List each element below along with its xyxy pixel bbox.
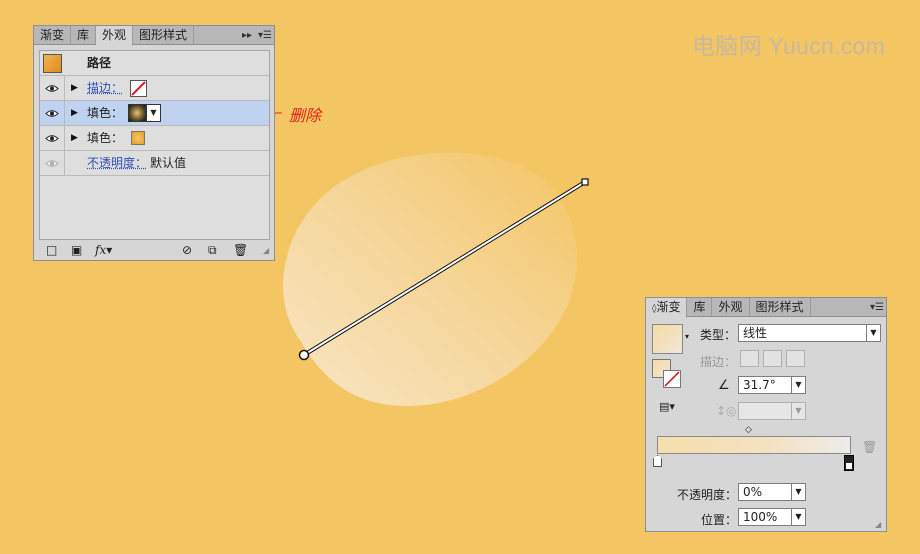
duplicate-item-icon[interactable]: ⧉: [208, 243, 217, 258]
stroke-label: 描边：: [700, 355, 737, 369]
expand-triangle-icon[interactable]: ▶: [71, 108, 78, 118]
appearance-tabbar: 渐变 库 外观 图形样式 ▸▸ ▾☰: [34, 26, 274, 46]
midpoint-diamond-icon[interactable]: ◇: [745, 425, 752, 435]
appearance-panel: 渐变 库 外观 图形样式 ▸▸ ▾☰ 路径 ▶ 描边： ▶ 填色： ▼ ▶ 填色…: [33, 25, 275, 261]
aspect-ratio-icon: ↕◎: [716, 404, 737, 418]
stroke-across-button[interactable]: [786, 350, 805, 367]
add-new-fill-icon[interactable]: ▣: [71, 243, 82, 257]
expand-triangle-icon[interactable]: ▶: [71, 133, 78, 143]
opacity-label[interactable]: 不透明度：: [87, 151, 147, 176]
fill-label: 填色：: [87, 106, 124, 120]
stroke-none-swatch-icon[interactable]: [130, 80, 147, 97]
appearance-header-row[interactable]: 路径: [40, 51, 269, 76]
gradient-panel: ◊渐变 库 外观 图形样式 ▾☰ ▾ 类型： 线性 ▼ ▤▾ 描边： ∠ 31.7…: [645, 297, 887, 532]
appearance-list: 路径 ▶ 描边： ▶ 填色： ▼ ▶ 填色： 不透明度： 默认值: [39, 50, 270, 240]
reverse-gradient-icon[interactable]: ▤▾: [659, 400, 675, 413]
fill-row-selected[interactable]: ▶ 填色： ▼: [40, 101, 269, 126]
gradient-tabbar: ◊渐变 库 外观 图形样式 ▾☰: [646, 298, 886, 318]
visibility-eye-icon[interactable]: [40, 76, 65, 101]
gradient-type-select[interactable]: 线性 ▼: [738, 324, 881, 342]
expand-triangle-icon[interactable]: ▶: [71, 83, 78, 93]
fill-label: 填色：: [87, 131, 124, 145]
appearance-footer: □ ▣ fx▾ ⊘ ⧉ 🗑 ◢: [34, 240, 274, 260]
resize-grip-icon[interactable]: ◢: [263, 246, 269, 255]
aspect-ratio-field[interactable]: ▼: [738, 402, 806, 420]
tab-gradient[interactable]: ◊渐变: [646, 298, 688, 318]
gradient-stop-end-selected[interactable]: [844, 455, 854, 471]
panel-menu-icon[interactable]: ▾☰: [258, 30, 272, 41]
fill-dropdown-button[interactable]: ▼: [146, 104, 161, 122]
stop-opacity-label: 不透明度：: [677, 488, 738, 502]
add-effect-fx-icon[interactable]: fx▾: [95, 243, 112, 257]
tab-graphic-styles[interactable]: 图形样式: [133, 26, 195, 44]
gradient-preview-swatch[interactable]: [652, 324, 683, 354]
add-new-stroke-icon[interactable]: □: [46, 243, 57, 257]
stroke-row[interactable]: ▶ 描边：: [40, 76, 269, 101]
tab-appearance[interactable]: 外观: [712, 298, 750, 316]
type-label: 类型：: [700, 328, 737, 342]
fill-radial-swatch-icon[interactable]: [128, 104, 146, 122]
opacity-value: 默认值: [150, 156, 187, 170]
gradient-stop-start[interactable]: [653, 455, 662, 467]
clear-appearance-icon[interactable]: ⊘: [182, 243, 192, 257]
fill-swatch-icon[interactable]: [131, 131, 145, 145]
delete-stop-trash-icon[interactable]: 🗑: [862, 440, 877, 454]
gradient-origin-handle[interactable]: [298, 349, 310, 361]
fill-row[interactable]: ▶ 填色：: [40, 126, 269, 151]
visibility-eye-icon[interactable]: [40, 126, 65, 151]
visibility-eye-icon-dimmed[interactable]: [40, 151, 65, 176]
delete-item-trash-icon[interactable]: 🗑: [233, 243, 248, 257]
angle-icon: ∠: [718, 378, 730, 393]
stop-location-field[interactable]: 100% ▼: [738, 508, 806, 526]
tab-libraries[interactable]: 库: [71, 26, 97, 44]
stroke-none-swatch-icon[interactable]: [663, 370, 681, 388]
stroke-within-button[interactable]: [740, 350, 759, 367]
gradient-end-handle[interactable]: [581, 178, 589, 186]
stop-location-label: 位置：: [701, 513, 738, 527]
angle-field[interactable]: 31.7° ▼: [738, 376, 806, 394]
stop-opacity-field[interactable]: 0% ▼: [738, 483, 806, 501]
annotation-delete-label: 删除: [289, 106, 322, 125]
path-title: 路径: [87, 56, 112, 70]
collapse-panel-icon[interactable]: ▸▸: [242, 30, 252, 41]
path-thumbnail-icon: [43, 54, 62, 73]
stroke-along-button[interactable]: [763, 350, 782, 367]
gradient-ramp-slider[interactable]: [657, 436, 851, 454]
gradient-preview-dropdown-icon[interactable]: ▾: [685, 332, 689, 341]
visibility-eye-icon[interactable]: [40, 101, 65, 126]
tab-gradient[interactable]: 渐变: [34, 26, 72, 44]
tab-appearance[interactable]: 外观: [96, 26, 134, 46]
panel-menu-icon[interactable]: ▾☰: [870, 302, 884, 313]
tab-libraries[interactable]: 库: [687, 298, 713, 316]
tab-graphic-styles[interactable]: 图形样式: [750, 298, 811, 316]
stroke-label[interactable]: 描边：: [87, 76, 123, 101]
opacity-row[interactable]: 不透明度： 默认值: [40, 151, 269, 176]
resize-grip-icon[interactable]: ◢: [875, 520, 881, 529]
